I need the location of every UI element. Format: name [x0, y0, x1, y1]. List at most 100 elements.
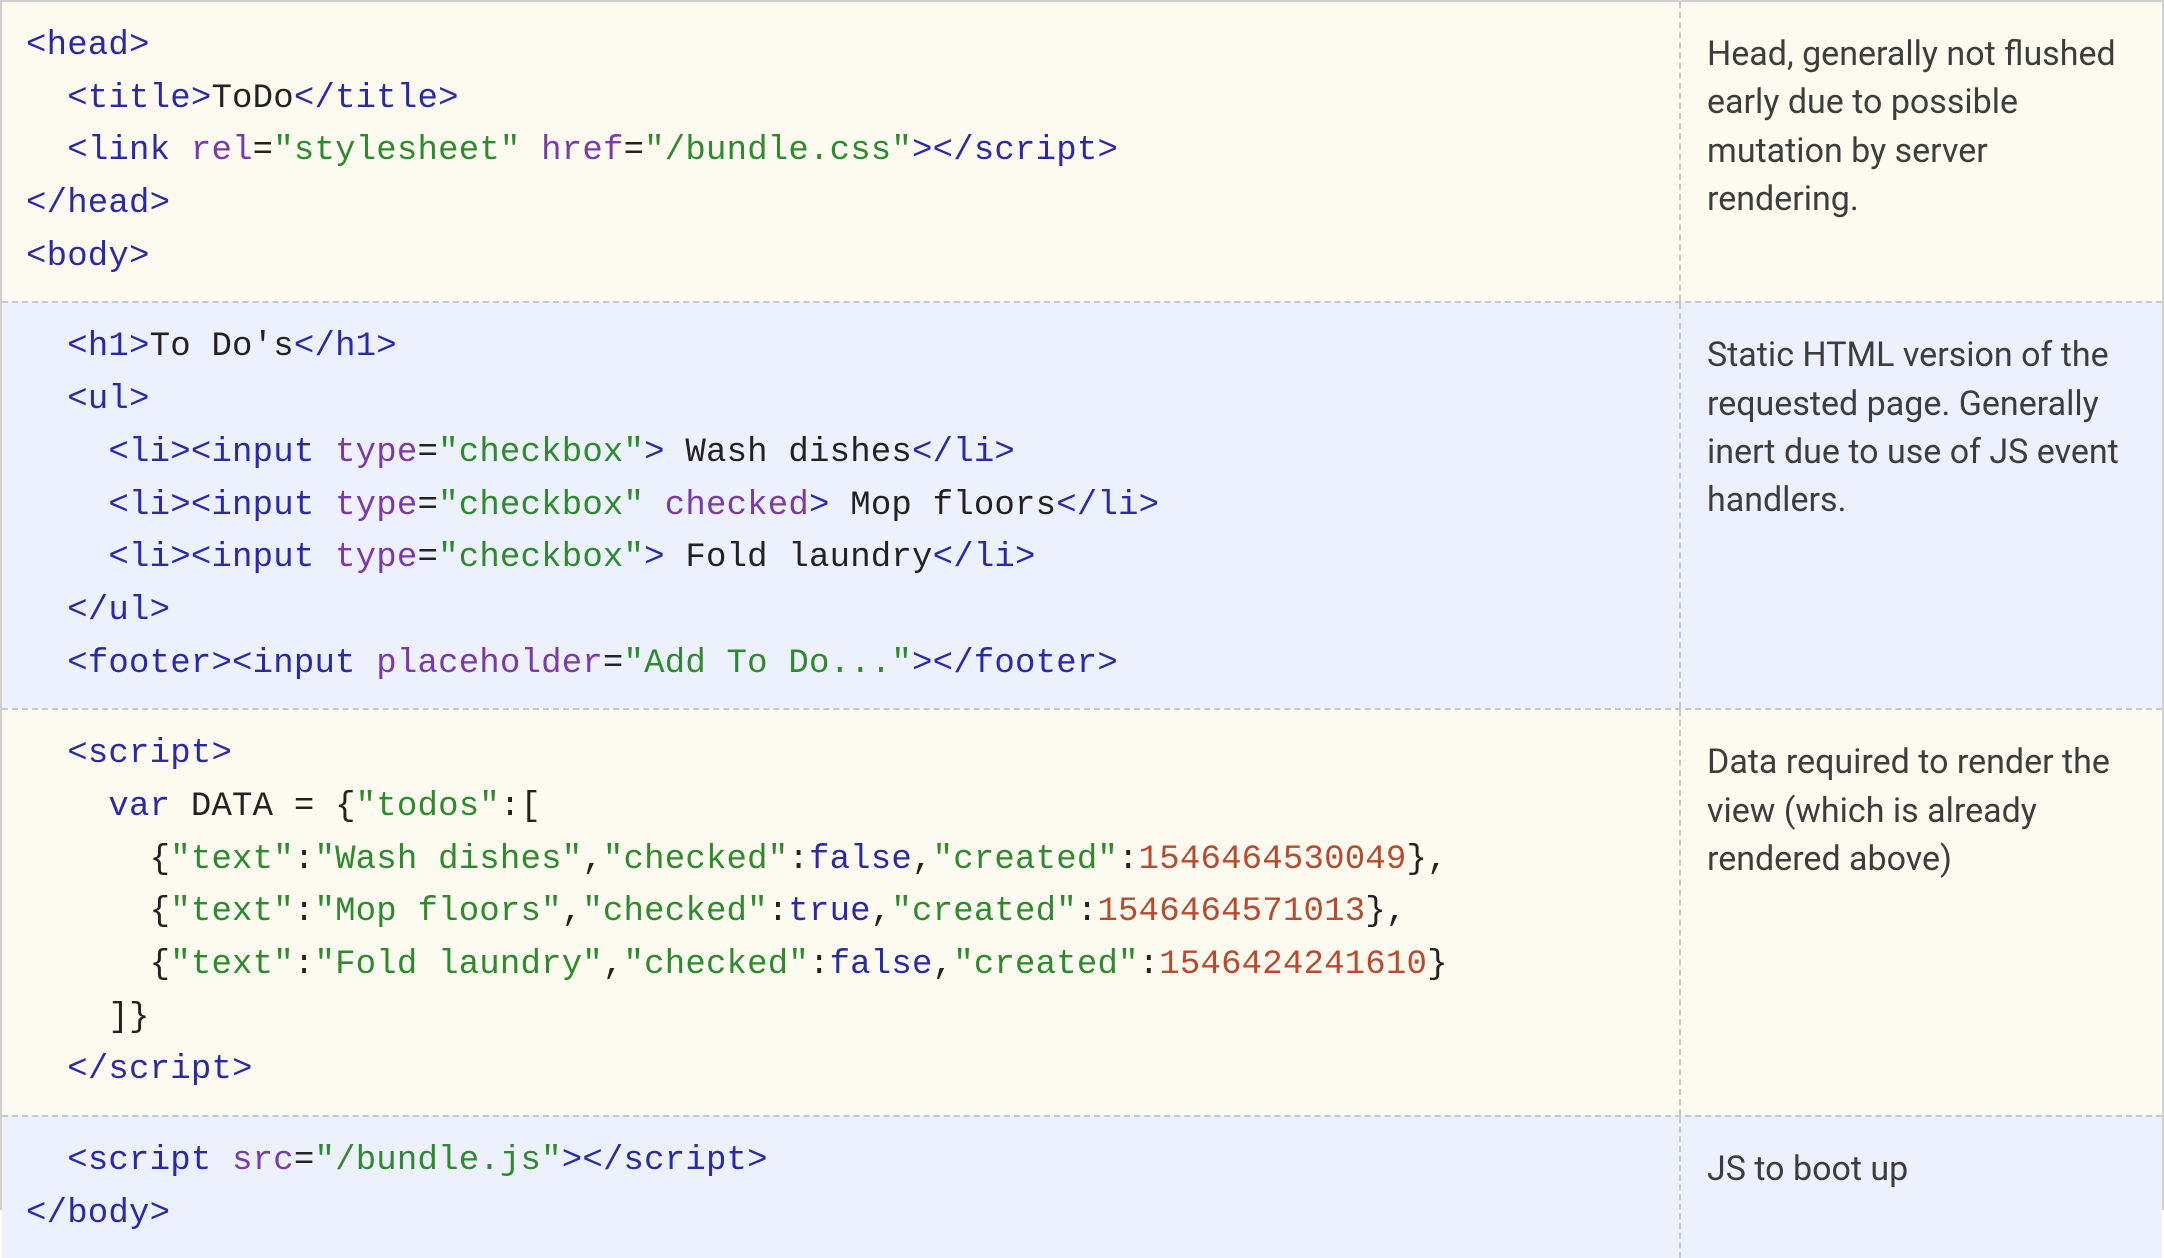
code-line: {"text":"Mop floors","checked":true,"cre… [26, 886, 1655, 939]
token-val: "created" [933, 841, 1118, 879]
code-line: <footer><input placeholder="Add To Do...… [26, 638, 1655, 691]
token-tag: </ul> [67, 592, 170, 630]
token-bool: false [830, 946, 933, 984]
token-pun [26, 592, 67, 630]
token-tag: ></footer> [912, 645, 1118, 683]
token-val: "checkbox" [438, 434, 644, 472]
token-pun [26, 132, 67, 170]
code-line: <li><input type="checkbox"> Fold laundry… [26, 532, 1655, 585]
token-pun: = [624, 132, 645, 170]
token-pun [26, 381, 67, 419]
token-tag: <script> [67, 735, 232, 773]
row-3: <script src="/bundle.js"></script​></bod… [2, 1115, 2162, 1258]
row-1: <h1>To Do's</h1> <ul> <li><input type="c… [2, 301, 2162, 708]
token-tag: <head> [26, 27, 150, 65]
token-pun: : [768, 893, 789, 931]
code-line: {"text":"Wash dishes","checked":false,"c… [26, 834, 1655, 887]
code-block-1: <h1>To Do's</h1> <ul> <li><input type="c… [2, 303, 1681, 708]
code-line: <link rel="stylesheet" href="/bundle.css… [26, 125, 1655, 178]
token-tag: <link [67, 132, 170, 170]
token-pun [26, 487, 108, 525]
token-attr: checked [665, 487, 809, 525]
token-pun: { [26, 946, 170, 984]
token-tag: > [644, 434, 665, 472]
token-pun: } [1427, 946, 1448, 984]
token-tag: </script​> [67, 1051, 252, 1089]
token-tag: </li> [912, 434, 1015, 472]
token-pun: = { [294, 788, 356, 826]
token-val: "created" [953, 946, 1138, 984]
token-txt [314, 539, 335, 577]
token-pun: , [562, 893, 583, 931]
token-pun [26, 1051, 67, 1089]
token-bool: false [809, 841, 912, 879]
row-2: <script> var DATA = {"todos":[ {"text":"… [2, 708, 2162, 1115]
token-pun [26, 735, 67, 773]
token-val: "/bundle.css" [644, 132, 912, 170]
token-tag: > [809, 487, 830, 525]
token-num: 1546464571013 [1097, 893, 1365, 931]
token-tag: <li><input [108, 487, 314, 525]
code-line: <head> [26, 20, 1655, 73]
token-pun [26, 645, 67, 683]
annotation-0: Head, generally not flushed early due to… [1681, 2, 2162, 301]
token-pun: : [1139, 946, 1160, 984]
token-tag: <script [67, 1142, 211, 1180]
token-val: "text" [170, 841, 294, 879]
token-attr: href [541, 132, 623, 170]
token-pun [26, 80, 67, 118]
token-pun [26, 539, 108, 577]
token-pun: = [418, 434, 439, 472]
token-pun: { [26, 841, 170, 879]
token-tag: ></script​> [912, 132, 1118, 170]
token-pun [26, 788, 108, 826]
token-txt [644, 487, 665, 525]
token-val: "text" [170, 893, 294, 931]
token-tag: <ul> [67, 381, 149, 419]
token-pun: : [294, 946, 315, 984]
token-tag: <title> [67, 80, 211, 118]
token-txt: Wash dishes [665, 434, 912, 472]
token-pun [26, 434, 108, 472]
token-pun: : [294, 893, 315, 931]
code-line: <script> [26, 728, 1655, 781]
code-line: </head> [26, 178, 1655, 231]
token-val: "todos" [356, 788, 500, 826]
token-pun: = [603, 645, 624, 683]
annotated-code-diagram: <head> <title>ToDo</title> <link rel="st… [0, 0, 2164, 1210]
token-val: "checked" [582, 893, 767, 931]
token-val: "checkbox" [438, 487, 644, 525]
token-pun: : [294, 841, 315, 879]
token-txt: Fold laundry [665, 539, 933, 577]
token-pun: , [871, 893, 892, 931]
token-txt [170, 132, 191, 170]
code-line: </script​> [26, 1044, 1655, 1097]
token-pun: = [253, 132, 274, 170]
token-pun: , [912, 841, 933, 879]
code-line: <li><input type="checkbox" checked> Mop … [26, 480, 1655, 533]
token-bool: true [788, 893, 870, 931]
token-num: 1546464530049 [1139, 841, 1407, 879]
token-tag: > [644, 539, 665, 577]
token-txt [356, 645, 377, 683]
code-block-0: <head> <title>ToDo</title> <link rel="st… [2, 2, 1681, 301]
token-pun: :[ [500, 788, 541, 826]
token-val: "Add To Do..." [624, 645, 912, 683]
token-val: "/bundle.js" [314, 1142, 561, 1180]
token-pun: : [788, 841, 809, 879]
token-pun: = [418, 487, 439, 525]
token-val: "checked" [624, 946, 809, 984]
token-tag: <li><input [108, 539, 314, 577]
token-tag: <h1> [67, 328, 149, 366]
code-line: <h1>To Do's</h1> [26, 321, 1655, 374]
token-txt: ToDo [211, 80, 293, 118]
row-0: <head> <title>ToDo</title> <link rel="st… [2, 2, 2162, 301]
code-block-3: <script src="/bundle.js"></script​></bod… [2, 1117, 1681, 1258]
token-pun: , [603, 946, 624, 984]
code-line: </body> [26, 1188, 1655, 1241]
code-line: ]} [26, 992, 1655, 1045]
token-pun: , [933, 946, 954, 984]
token-tag: </li> [1056, 487, 1159, 525]
token-val: "stylesheet" [273, 132, 520, 170]
token-tag: </li> [933, 539, 1036, 577]
